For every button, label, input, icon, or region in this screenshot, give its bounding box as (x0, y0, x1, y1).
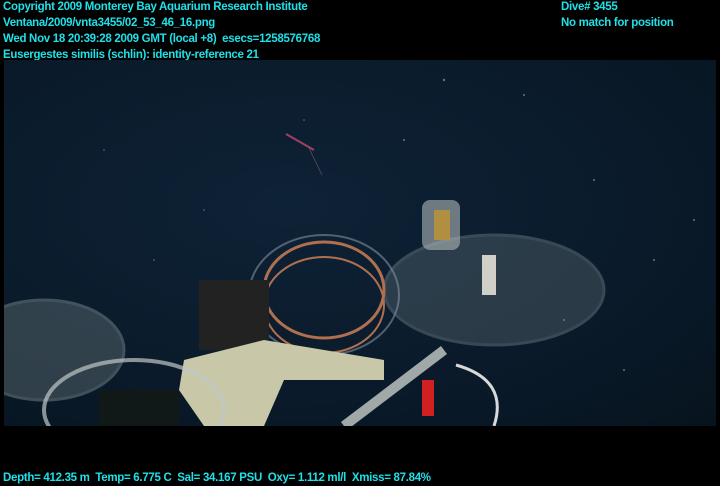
video-frame (4, 60, 716, 426)
position-status: No match for position (561, 17, 674, 29)
rov-equipment-scene (4, 78, 695, 426)
dive-number: Dive# 3455 (561, 1, 618, 13)
copyright-text: Copyright 2009 Monterey Bay Aquarium Res… (3, 1, 308, 13)
file-path-text: Ventana/2009/vnta3455/02_53_46_16.png (3, 17, 216, 29)
shrimp (285, 133, 323, 176)
sensor-readout: Depth= 412.35 m Temp= 6.775 C Sal= 34.16… (3, 472, 431, 484)
timestamp-text: Wed Nov 18 20:39:28 2009 GMT (local +8) … (3, 33, 321, 45)
marine-snow (103, 78, 695, 371)
